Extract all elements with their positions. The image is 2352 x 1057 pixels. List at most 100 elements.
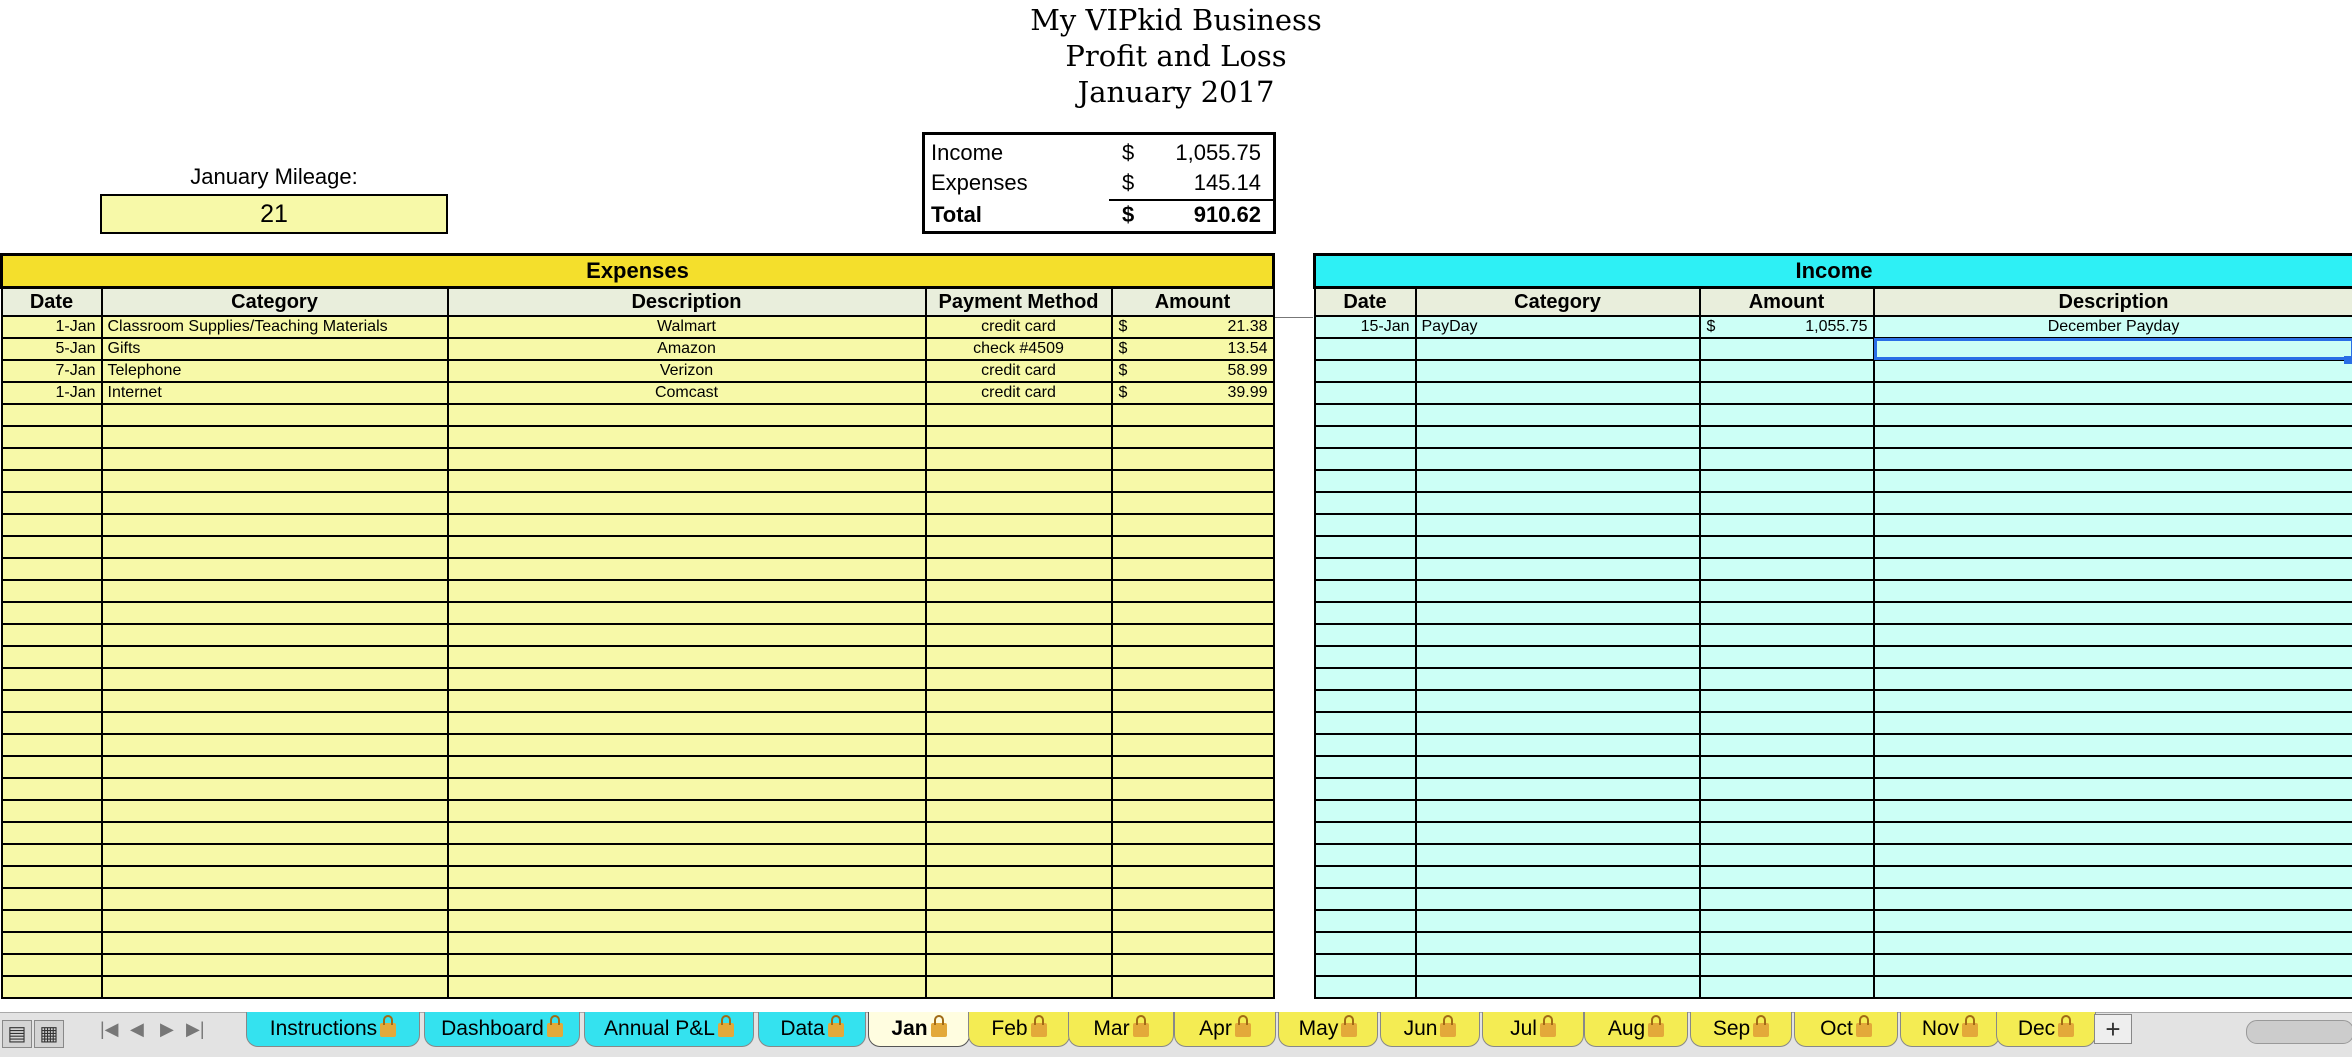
empty-cell[interactable] — [448, 580, 926, 602]
empty-cell[interactable] — [2, 668, 102, 690]
empty-cell[interactable] — [1315, 888, 1416, 910]
empty-cell[interactable] — [102, 690, 448, 712]
empty-cell[interactable] — [926, 734, 1112, 756]
empty-cell[interactable] — [1874, 580, 2352, 602]
empty-cell[interactable] — [448, 910, 926, 932]
empty-cell[interactable] — [1700, 734, 1874, 756]
empty-cell[interactable] — [1112, 646, 1274, 668]
sheet-tab-jul[interactable]: Jul — [1482, 1012, 1584, 1047]
empty-cell[interactable] — [1315, 646, 1416, 668]
empty-cell[interactable] — [2, 514, 102, 536]
empty-cell[interactable] — [448, 470, 926, 492]
empty-cell[interactable] — [1315, 602, 1416, 624]
empty-cell[interactable] — [1700, 756, 1874, 778]
empty-cell[interactable] — [1416, 668, 1700, 690]
empty-cell[interactable] — [102, 668, 448, 690]
empty-cell[interactable] — [1315, 734, 1416, 756]
expense-payment-cell[interactable]: credit card — [926, 382, 1112, 404]
empty-cell[interactable] — [1874, 822, 2352, 844]
empty-cell[interactable] — [926, 778, 1112, 800]
empty-cell[interactable] — [926, 954, 1112, 976]
empty-cell[interactable] — [926, 404, 1112, 426]
empty-cell[interactable] — [2, 404, 102, 426]
empty-cell[interactable] — [1112, 426, 1274, 448]
empty-cell[interactable] — [1700, 624, 1874, 646]
empty-cell[interactable] — [1416, 558, 1700, 580]
expense-amount-cell[interactable]: $39.99 — [1112, 382, 1274, 404]
income-category-cell[interactable]: PayDay — [1416, 316, 1700, 338]
empty-cell[interactable] — [2, 888, 102, 910]
mileage-cell[interactable]: 21 — [100, 194, 448, 234]
empty-cell[interactable] — [1700, 382, 1874, 404]
empty-cell[interactable] — [1874, 690, 2352, 712]
empty-cell[interactable] — [102, 954, 448, 976]
sheet-tab-mar[interactable]: Mar — [1068, 1012, 1174, 1047]
empty-cell[interactable] — [2, 558, 102, 580]
empty-cell[interactable] — [1874, 910, 2352, 932]
empty-cell[interactable] — [1315, 866, 1416, 888]
empty-cell[interactable] — [1315, 382, 1416, 404]
empty-cell[interactable] — [1700, 514, 1874, 536]
empty-cell[interactable] — [102, 602, 448, 624]
empty-cell[interactable] — [1112, 668, 1274, 690]
sheet-tab-feb[interactable]: Feb — [968, 1012, 1070, 1047]
empty-cell[interactable] — [448, 514, 926, 536]
empty-cell[interactable] — [2, 492, 102, 514]
sheet-tab-jan[interactable]: Jan — [868, 1012, 970, 1047]
empty-cell[interactable] — [926, 888, 1112, 910]
empty-cell[interactable] — [1874, 712, 2352, 734]
empty-cell[interactable] — [926, 844, 1112, 866]
empty-cell[interactable] — [1700, 404, 1874, 426]
selection-fill-handle[interactable] — [2344, 356, 2352, 364]
empty-cell[interactable] — [102, 536, 448, 558]
empty-cell[interactable] — [448, 690, 926, 712]
empty-cell[interactable] — [1112, 448, 1274, 470]
empty-cell[interactable] — [1416, 492, 1700, 514]
empty-cell[interactable] — [1112, 756, 1274, 778]
add-sheet-button[interactable]: + — [2094, 1014, 2132, 1044]
expense-description-cell[interactable]: Comcast — [448, 382, 926, 404]
sheet-tab-oct[interactable]: Oct — [1794, 1012, 1898, 1047]
expense-category-cell[interactable]: Classroom Supplies/Teaching Materials — [102, 316, 448, 338]
empty-cell[interactable] — [926, 822, 1112, 844]
empty-cell[interactable] — [1112, 888, 1274, 910]
empty-cell[interactable] — [1112, 624, 1274, 646]
empty-cell[interactable] — [1700, 470, 1874, 492]
expense-payment-cell[interactable]: check #4509 — [926, 338, 1112, 360]
expense-category-cell[interactable]: Gifts — [102, 338, 448, 360]
last-sheet-icon[interactable]: ▶| — [186, 1017, 205, 1041]
sheet-tab-apr[interactable]: Apr — [1174, 1012, 1276, 1047]
empty-cell[interactable] — [1700, 668, 1874, 690]
empty-cell[interactable] — [926, 448, 1112, 470]
empty-cell[interactable] — [1700, 580, 1874, 602]
empty-cell[interactable] — [1112, 734, 1274, 756]
empty-cell[interactable] — [1700, 888, 1874, 910]
empty-cell[interactable] — [926, 866, 1112, 888]
empty-cell[interactable] — [448, 932, 926, 954]
empty-cell[interactable] — [1315, 492, 1416, 514]
empty-cell[interactable] — [1416, 866, 1700, 888]
empty-cell[interactable] — [1874, 800, 2352, 822]
empty-cell[interactable] — [926, 976, 1112, 998]
empty-cell[interactable] — [1874, 492, 2352, 514]
empty-cell[interactable] — [1315, 910, 1416, 932]
empty-cell[interactable] — [1416, 800, 1700, 822]
empty-cell[interactable] — [1874, 404, 2352, 426]
empty-cell[interactable] — [1874, 888, 2352, 910]
empty-cell[interactable] — [2, 580, 102, 602]
empty-cell[interactable] — [2, 976, 102, 998]
empty-cell[interactable] — [1416, 954, 1700, 976]
empty-cell[interactable] — [1315, 558, 1416, 580]
empty-cell[interactable] — [448, 844, 926, 866]
empty-cell[interactable] — [448, 954, 926, 976]
empty-cell[interactable] — [1416, 932, 1700, 954]
empty-cell[interactable] — [1112, 404, 1274, 426]
empty-cell[interactable] — [1700, 866, 1874, 888]
empty-cell[interactable] — [1874, 514, 2352, 536]
empty-cell[interactable] — [1416, 514, 1700, 536]
empty-cell[interactable] — [102, 866, 448, 888]
empty-cell[interactable] — [1416, 360, 1700, 382]
empty-cell[interactable] — [1874, 448, 2352, 470]
empty-cell[interactable] — [102, 558, 448, 580]
sheet-tab-dashboard[interactable]: Dashboard — [424, 1012, 580, 1047]
